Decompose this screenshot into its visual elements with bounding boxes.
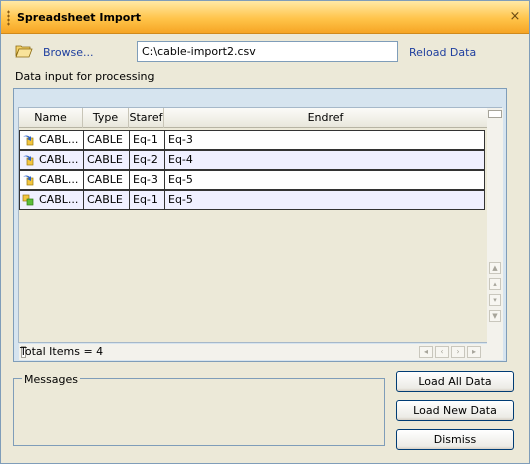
table-row[interactable]: CABL... CABLE Eq-3 Eq-5 xyxy=(19,170,485,190)
column-header-type[interactable]: Type xyxy=(83,108,129,128)
table-row[interactable]: CABL... CABLE Eq-1 Eq-3 xyxy=(19,130,485,150)
table-row[interactable]: CABL... CABLE Eq-1 Eq-5 xyxy=(19,190,485,210)
cell-name: CABL... xyxy=(36,171,84,189)
close-icon[interactable]: × xyxy=(509,10,521,23)
import-arrow-icon xyxy=(23,155,34,166)
scroll-bottom-icon[interactable]: ▼ xyxy=(489,310,501,322)
scroll-left-icon[interactable]: ‹ xyxy=(435,346,449,358)
cell-staref: Eq-3 xyxy=(130,171,165,189)
window-title: Spreadsheet Import xyxy=(17,11,142,24)
column-header-staref[interactable]: Staref xyxy=(129,108,164,128)
scroll-right-icon[interactable]: › xyxy=(451,346,465,358)
import-arrow-icon xyxy=(23,175,34,186)
cell-type: CABLE xyxy=(84,151,130,169)
data-input-label: Data input for processing xyxy=(15,70,155,83)
cell-endref: Eq-5 xyxy=(168,193,193,206)
folder-open-icon[interactable] xyxy=(15,44,33,58)
cell-type: CABLE xyxy=(84,131,130,149)
grid-header: Name Type Staref Endref xyxy=(19,108,487,128)
scroll-last-icon[interactable]: ▸ xyxy=(467,346,481,358)
cell-endref: Eq-4 xyxy=(168,153,193,166)
load-new-data-button[interactable]: Load New Data xyxy=(396,400,514,421)
cell-name: CABL... xyxy=(36,191,84,209)
total-items-label: Total Items = 4 xyxy=(20,345,104,358)
new-item-icon xyxy=(22,194,34,206)
column-header-endref[interactable]: Endref xyxy=(164,108,487,128)
scroll-top-icon[interactable]: ▲ xyxy=(489,262,501,274)
cell-staref: Eq-2 xyxy=(130,151,165,169)
vertical-scrollbar[interactable]: ▲ ▴ ▾ ▼ xyxy=(487,108,503,344)
reload-data-link[interactable]: Reload Data xyxy=(409,46,476,59)
file-path-input[interactable] xyxy=(137,41,398,62)
cell-staref: Eq-1 xyxy=(130,131,165,149)
cell-staref: Eq-1 xyxy=(130,191,165,209)
scroll-down-icon[interactable]: ▾ xyxy=(489,294,501,306)
scroll-up-icon[interactable]: ▴ xyxy=(489,278,501,290)
dismiss-button[interactable]: Dismiss xyxy=(396,429,514,450)
cell-endref: Eq-3 xyxy=(168,133,193,146)
import-arrow-icon xyxy=(23,135,34,146)
load-all-data-button[interactable]: Load All Data xyxy=(396,371,514,392)
title-bar[interactable]: Spreadsheet Import × xyxy=(1,1,529,34)
scroll-first-icon[interactable]: ◂ xyxy=(419,346,433,358)
vertical-scroll-thumb[interactable] xyxy=(488,110,502,118)
data-grid-frame: Name Type Staref Endref CABL... CABLE Eq… xyxy=(13,88,507,362)
cell-type: CABLE xyxy=(84,191,130,209)
cell-name: CABL... xyxy=(36,131,84,149)
cell-name: CABL... xyxy=(36,151,84,169)
messages-label: Messages xyxy=(22,373,80,386)
column-header-name[interactable]: Name xyxy=(19,108,83,128)
cell-type: CABLE xyxy=(84,171,130,189)
grip-icon[interactable] xyxy=(7,10,10,26)
browse-link[interactable]: Browse... xyxy=(43,46,94,59)
table-row[interactable]: CABL... CABLE Eq-2 Eq-4 xyxy=(19,150,485,170)
spreadsheet-import-window: Spreadsheet Import × Browse... Reload Da… xyxy=(0,0,530,464)
cell-endref: Eq-5 xyxy=(168,173,193,186)
messages-group: Messages xyxy=(13,373,385,446)
data-grid: Name Type Staref Endref CABL... CABLE Eq… xyxy=(18,107,503,360)
